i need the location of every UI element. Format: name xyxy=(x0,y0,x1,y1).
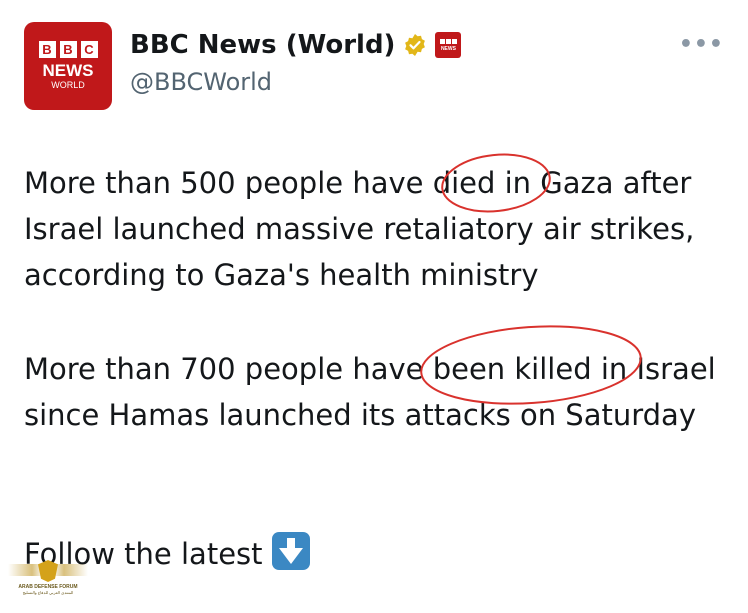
watermark-shield-icon xyxy=(38,560,58,582)
watermark-subtitle: المنتدى العربي للدفاع والتسليح xyxy=(22,590,74,595)
annotation-circle-died xyxy=(441,153,551,213)
annotation-overlay xyxy=(420,153,642,405)
annotation-circle-been-killed xyxy=(420,325,642,405)
arab-defense-forum-watermark: ARAB DEFENSE FORUM المنتدى العربي للدفاع… xyxy=(8,560,88,610)
